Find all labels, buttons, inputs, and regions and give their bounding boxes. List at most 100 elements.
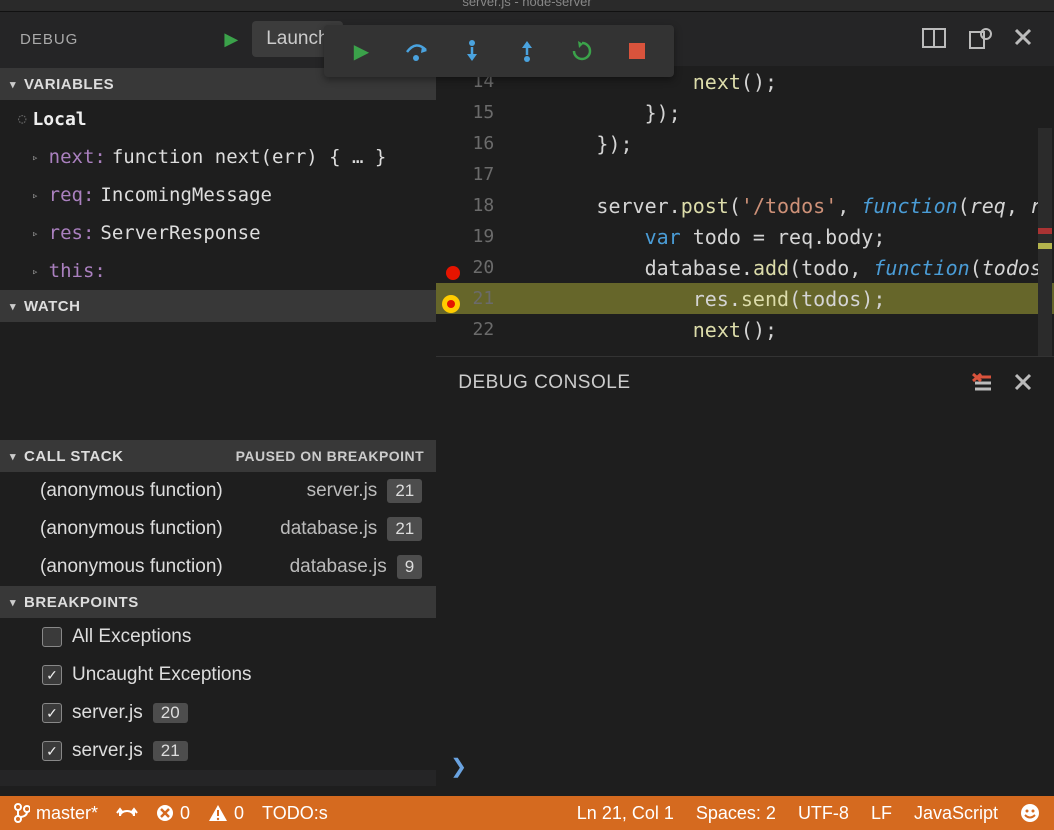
code-text: next();	[508, 318, 777, 342]
chevron-right-icon: ▹	[32, 189, 39, 202]
chevron-right-icon: ▹	[32, 265, 39, 278]
eol[interactable]: LF	[871, 803, 892, 824]
start-debug-icon[interactable]: ▶	[224, 29, 238, 50]
debug-console-body[interactable]	[436, 408, 1054, 746]
close-icon[interactable]	[1014, 28, 1032, 50]
breakpoint-row[interactable]: Uncaught Exceptions	[0, 656, 436, 694]
close-console-icon[interactable]	[1014, 373, 1032, 393]
line-number[interactable]: 18	[436, 195, 508, 216]
stack-frame[interactable]: (anonymous function) server.js 21	[0, 472, 436, 510]
stack-frame-line: 21	[387, 517, 422, 541]
breakpoint-checkbox[interactable]	[42, 741, 62, 761]
breakpoint-checkbox[interactable]	[42, 665, 62, 685]
breakpoints-section-title: BREAKPOINTS	[24, 594, 139, 611]
scope-local-label: Local	[32, 109, 86, 130]
code-view[interactable]: 14 next();15 });16 });1718 server.post('…	[436, 66, 1054, 356]
line-number[interactable]: 17	[436, 164, 508, 185]
status-extra[interactable]: TODO:s	[262, 803, 328, 824]
indentation[interactable]: Spaces: 2	[696, 803, 776, 824]
restart-button[interactable]	[554, 31, 609, 71]
breakpoint-label: All Exceptions	[72, 626, 191, 648]
code-line[interactable]: 20 database.add(todo, function(todos)	[436, 252, 1054, 283]
repl-prompt-icon: ❯	[450, 754, 467, 779]
line-number[interactable]: 20	[436, 257, 508, 278]
breakpoint-row[interactable]: server.js20	[0, 694, 436, 732]
feedback-icon[interactable]	[1020, 803, 1040, 823]
code-text: res.send(todos);	[508, 287, 885, 311]
warnings-count[interactable]: 0	[208, 803, 244, 824]
code-line[interactable]: 17	[436, 159, 1054, 190]
cursor-position[interactable]: Ln 21, Col 1	[577, 803, 674, 824]
stack-frame[interactable]: (anonymous function) database.js 21	[0, 510, 436, 548]
git-branch-label: master*	[36, 803, 98, 824]
step-out-button[interactable]	[499, 31, 554, 71]
line-number[interactable]: 22	[436, 319, 508, 340]
stack-frame-name: (anonymous function)	[40, 480, 307, 502]
window-title: server.js - node-server	[0, 0, 1054, 12]
editor-area: 14 next();15 });16 });1718 server.post('…	[436, 66, 1054, 786]
errors-count-label: 0	[180, 803, 190, 824]
watch-section-header[interactable]: ▾ WATCH	[0, 290, 436, 322]
stack-frame[interactable]: (anonymous function) database.js 9	[0, 548, 436, 586]
step-into-button[interactable]	[444, 31, 499, 71]
code-line[interactable]: 16 });	[436, 128, 1054, 159]
code-text: server.post('/todos', function(req, r	[508, 194, 1042, 218]
line-number[interactable]: 19	[436, 226, 508, 247]
code-line[interactable]: 22 next();	[436, 314, 1054, 345]
code-line[interactable]: 18 server.post('/todos', function(req, r	[436, 190, 1054, 221]
variable-name: next:	[49, 146, 106, 168]
split-editor-icon[interactable]	[922, 28, 946, 50]
breakpoint-line: 20	[153, 703, 188, 723]
chevron-right-icon: ▹	[32, 227, 39, 240]
breakpoint-checkbox[interactable]	[42, 703, 62, 723]
stack-frame-file: server.js	[307, 480, 378, 502]
breakpoint-row[interactable]: server.js21	[0, 732, 436, 770]
callstack-section-header[interactable]: ▾ CALL STACK PAUSED ON BREAKPOINT	[0, 440, 436, 472]
repl-input[interactable]: ❯	[436, 746, 1054, 786]
status-bar: master* 0 0 TODO:s Ln 21, Col 1 Spaces: …	[0, 796, 1054, 830]
encoding[interactable]: UTF-8	[798, 803, 849, 824]
stop-button[interactable]	[609, 31, 664, 71]
variable-name: res:	[49, 222, 95, 244]
debug-view-title: DEBUG	[20, 31, 78, 48]
breakpoints-section-header[interactable]: ▾ BREAKPOINTS	[0, 586, 436, 618]
git-branch[interactable]: master*	[14, 803, 98, 824]
watch-section-title: WATCH	[24, 298, 80, 315]
top-bar: DEBUG ▶ Launch ▶	[0, 12, 1054, 66]
breakpoint-dot-icon[interactable]	[446, 266, 460, 280]
variable-row[interactable]: ▹ next: function next(err) { … }	[0, 138, 436, 176]
callstack-section-title: CALL STACK	[24, 448, 123, 465]
window-title-text: server.js - node-server	[462, 0, 591, 9]
code-line[interactable]: 19 var todo = req.body;	[436, 221, 1054, 252]
variable-name: req:	[49, 184, 95, 206]
show-diff-icon[interactable]	[968, 28, 992, 50]
code-line[interactable]: 15 });	[436, 97, 1054, 128]
overview-ruler	[1038, 128, 1052, 356]
step-over-button[interactable]	[389, 31, 444, 71]
breakpoint-checkbox[interactable]	[42, 627, 62, 647]
git-sync[interactable]	[116, 805, 138, 821]
chevron-down-icon: ▾	[10, 78, 16, 91]
code-line[interactable]: 21 res.send(todos);	[436, 283, 1054, 314]
variable-row[interactable]: ▹ this: #	[0, 252, 436, 290]
code-text: var todo = req.body;	[508, 225, 885, 249]
clear-console-icon[interactable]	[972, 373, 994, 393]
variable-name: this:	[49, 260, 106, 282]
watch-body	[0, 322, 436, 440]
errors-count[interactable]: 0	[156, 803, 190, 824]
chevron-down-icon: ▾	[10, 300, 16, 313]
language-mode[interactable]: JavaScript	[914, 803, 998, 824]
continue-button[interactable]: ▶	[334, 31, 389, 71]
line-number[interactable]: 16	[436, 133, 508, 154]
debug-toolbar: ▶	[324, 25, 674, 77]
line-number[interactable]: 21	[436, 288, 508, 309]
stack-frame-name: (anonymous function)	[40, 556, 290, 578]
scope-local[interactable]: ◌ Local	[0, 100, 436, 138]
breakpoint-row[interactable]: All Exceptions	[0, 618, 436, 656]
debug-console-title: DEBUG CONSOLE	[458, 372, 630, 394]
code-text: });	[508, 132, 632, 156]
code-text: });	[508, 101, 680, 125]
chevron-down-icon: ▾	[10, 596, 16, 609]
current-line-icon	[442, 295, 460, 313]
line-number[interactable]: 15	[436, 102, 508, 123]
